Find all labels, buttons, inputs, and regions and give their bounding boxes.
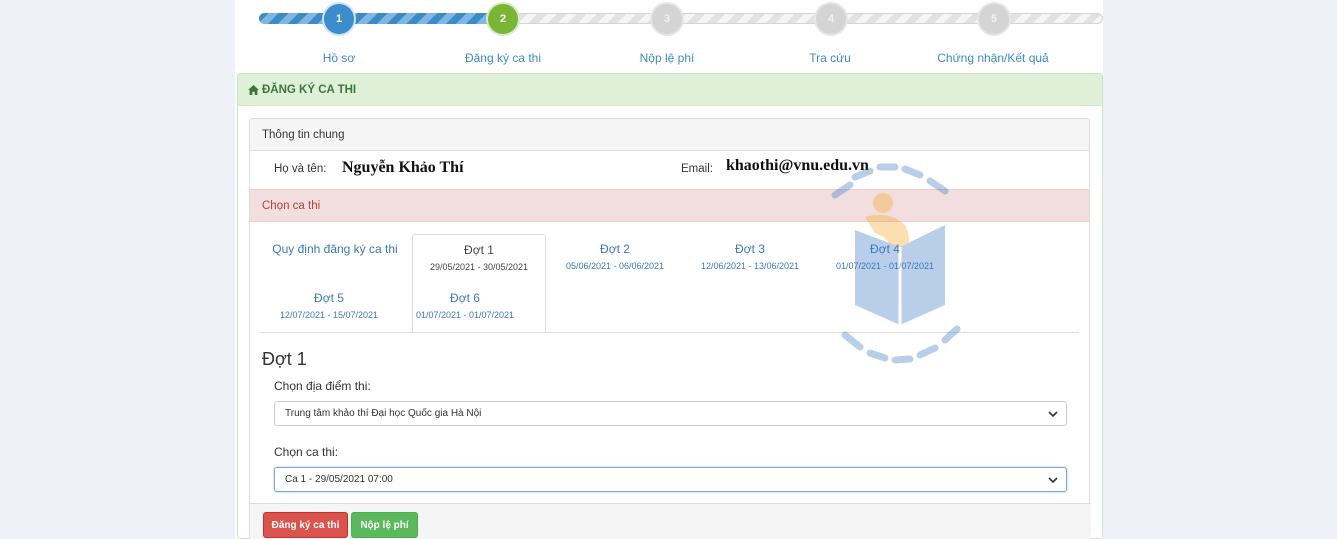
tabs-divider — [260, 332, 1079, 333]
general-info-header: Thông tin chung — [250, 119, 1089, 151]
step-4-label[interactable]: Tra cứu — [750, 51, 910, 65]
session-select-value: Ca 1 - 29/05/2021 07:00 — [285, 474, 393, 485]
round-tabs: Quy định đăng ký ca thi Đợt 1 29/05/2021… — [250, 222, 1089, 333]
round-title: Đợt 1 — [262, 349, 307, 369]
register-panel-header: ĐĂNG KÝ CA THI — [238, 74, 1102, 106]
tab-round-4[interactable]: Đợt 4 01/07/2021 - 01/07/2021 — [820, 242, 950, 292]
tab-round-6[interactable]: Đợt 6 01/07/2021 - 01/07/2021 — [400, 291, 530, 341]
step-4-circle[interactable]: 4 — [816, 4, 846, 34]
stepper-track-done — [259, 13, 503, 24]
location-label: Chọn địa điểm thi: — [274, 379, 371, 393]
tab-rules[interactable]: Quy định đăng ký ca thi — [260, 242, 410, 292]
register-session-button[interactable]: Đăng ký ca thi — [263, 512, 348, 538]
person-info-row: Họ và tên: Nguyễn Khảo Thí Email: khaoth… — [250, 151, 1089, 189]
tab-round-2[interactable]: Đợt 2 05/06/2021 - 06/06/2021 — [550, 242, 680, 292]
candidate-email: khaothi@vnu.edu.vn — [726, 157, 869, 174]
step-5-label[interactable]: Chứng nhận/Kết quả — [913, 51, 1073, 65]
home-icon — [248, 84, 259, 95]
step-3-circle[interactable]: 3 — [652, 4, 682, 34]
action-footer: Đăng ký ca thi Nộp lệ phí — [250, 503, 1091, 539]
step-2-label[interactable]: Đăng ký ca thi — [423, 51, 583, 65]
step-2-circle[interactable]: 2 — [488, 4, 518, 34]
chevron-down-icon — [1048, 477, 1058, 484]
pay-fee-button[interactable]: Nộp lệ phí — [351, 512, 418, 538]
chevron-down-icon — [1048, 411, 1058, 418]
step-1-label[interactable]: Hồ sơ — [259, 51, 419, 65]
candidate-name: Nguyễn Khảo Thí — [342, 159, 464, 176]
name-label: Họ và tên: — [274, 163, 327, 175]
round-section: Đợt 1 Chọn địa điểm thi: Trung tâm khảo … — [262, 349, 1079, 492]
location-select[interactable]: Trung tâm khảo thí Đại học Quốc gia Hà N… — [274, 401, 1067, 426]
session-label: Chọn ca thi: — [274, 445, 339, 459]
progress-stepper: 1 2 3 4 5 Hồ sơ Đăng ký ca thi Nộp lệ ph… — [235, 0, 1103, 72]
page-title: ĐĂNG KÝ CA THI — [262, 83, 357, 96]
choose-session-header: Chọn ca thi — [250, 189, 1089, 222]
tab-round-3[interactable]: Đợt 3 12/06/2021 - 13/06/2021 — [685, 242, 815, 292]
location-select-value: Trung tâm khảo thí Đại học Quốc gia Hà N… — [285, 408, 482, 419]
main-content: 1 2 3 4 5 Hồ sơ Đăng ký ca thi Nộp lệ ph… — [235, 0, 1103, 539]
step-1-circle[interactable]: 1 — [324, 4, 354, 34]
step-5-circle[interactable]: 5 — [979, 4, 1009, 34]
general-info-panel: Thông tin chung Họ và tên: Nguyễn Khảo T… — [249, 118, 1091, 539]
step-3-label[interactable]: Nộp lệ phí — [587, 51, 747, 65]
tab-round-5[interactable]: Đợt 5 12/07/2021 - 15/07/2021 — [264, 291, 394, 341]
register-panel: ĐĂNG KÝ CA THI Thông tin chung Họ và tên… — [237, 73, 1103, 539]
session-select[interactable]: Ca 1 - 29/05/2021 07:00 — [274, 467, 1067, 492]
email-label: Email: — [681, 163, 713, 175]
